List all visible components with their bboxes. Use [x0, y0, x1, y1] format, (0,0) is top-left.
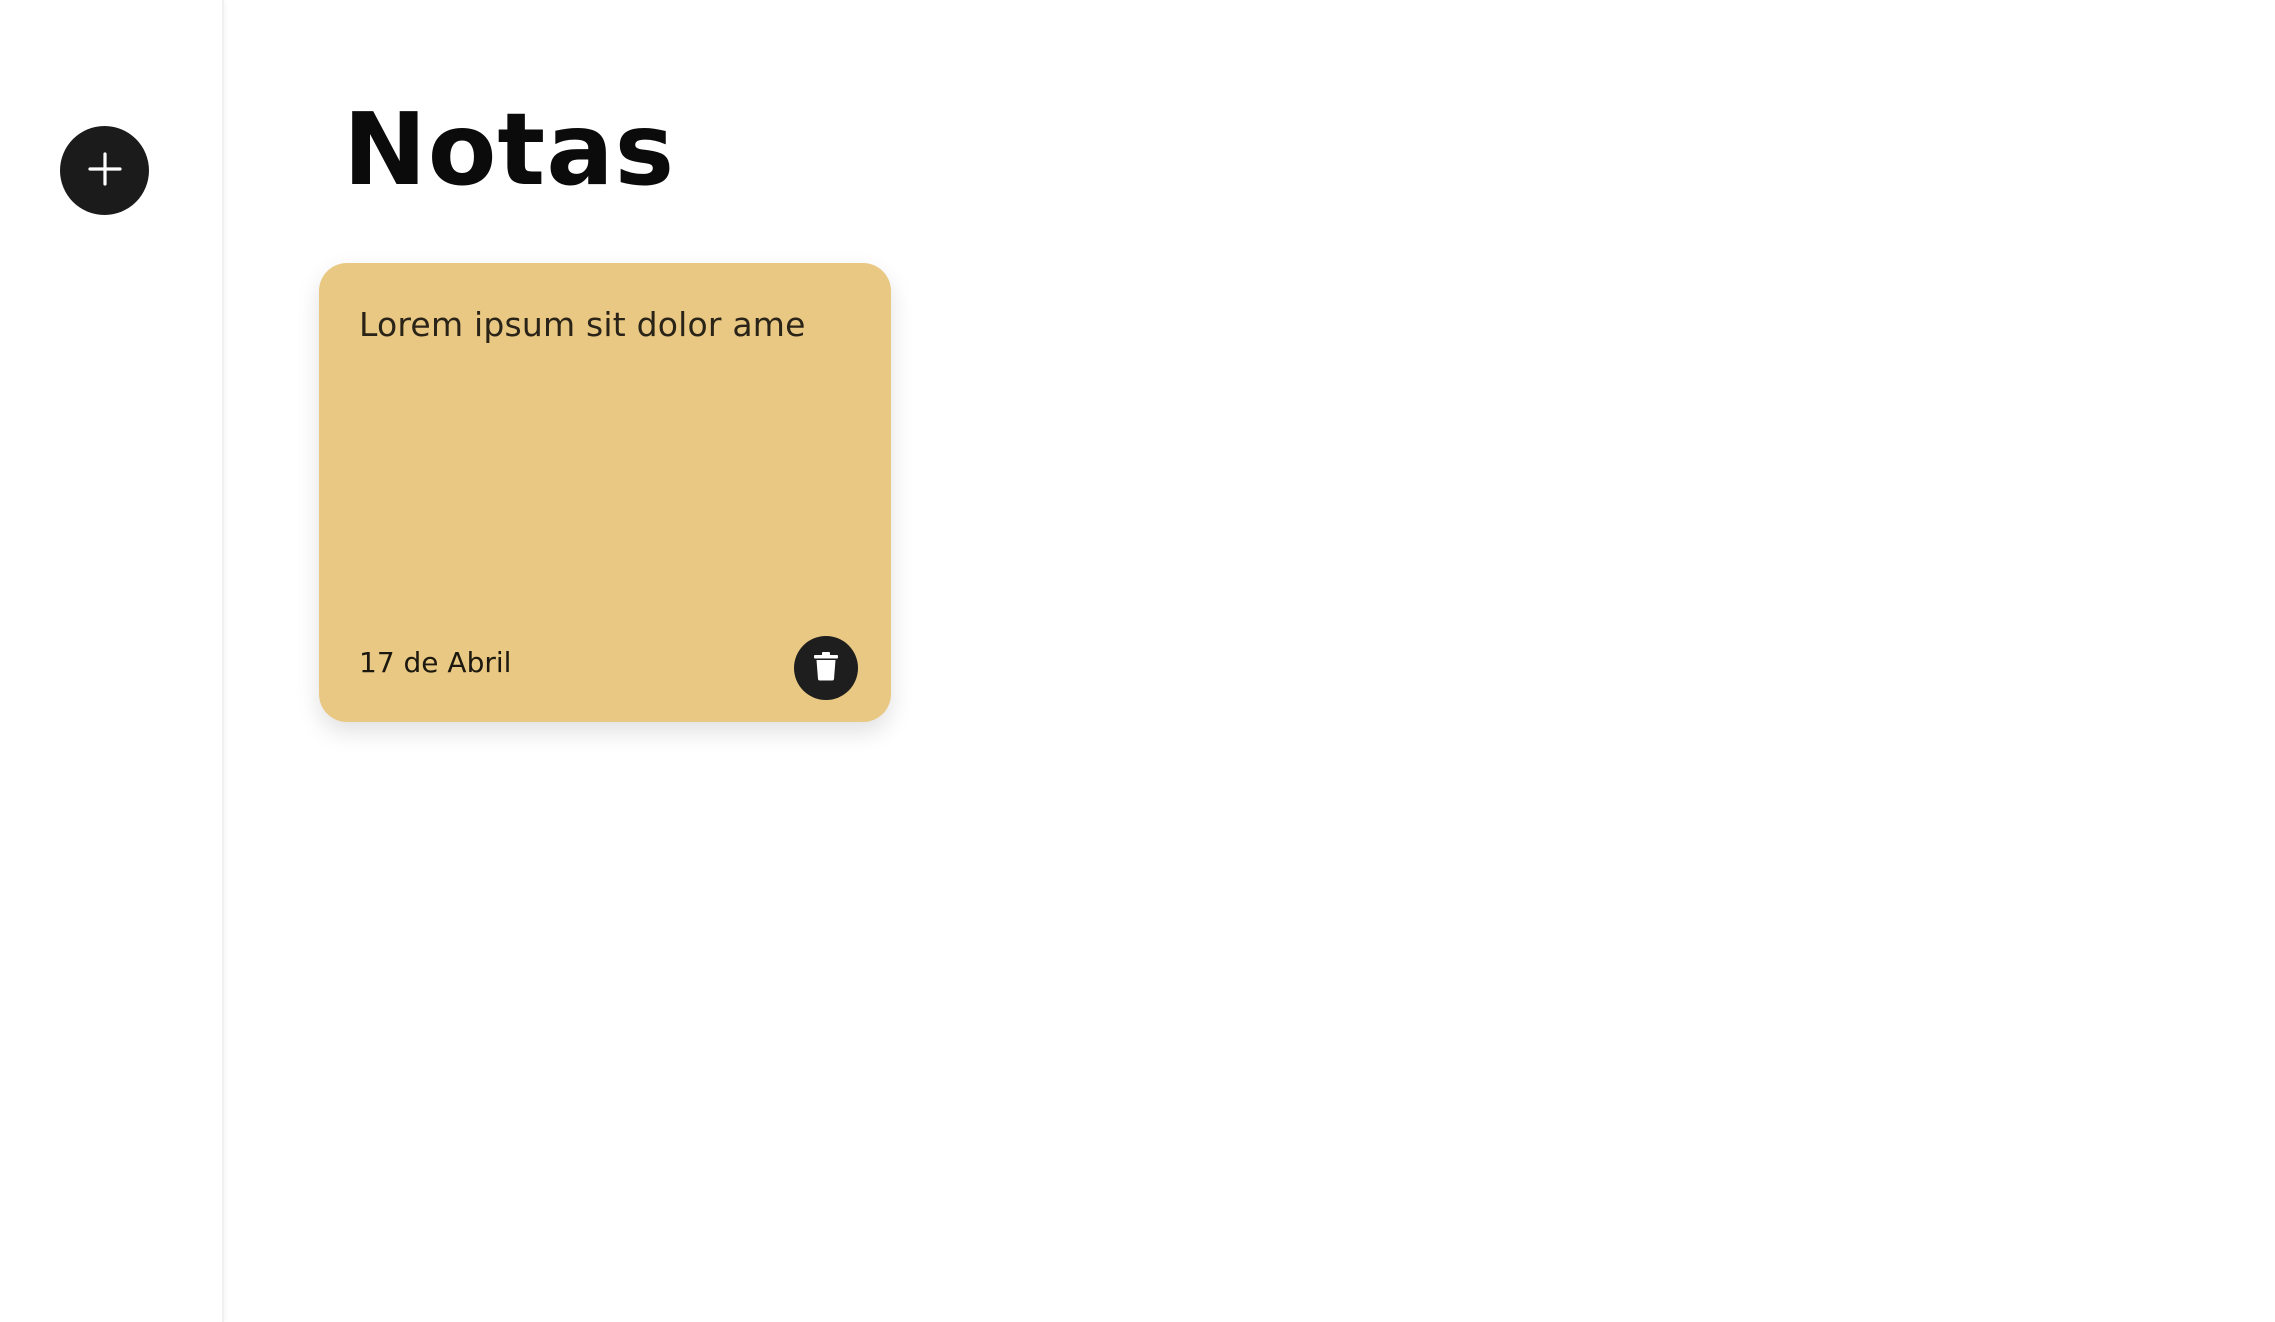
note-card[interactable]: Lorem ipsum sit dolor ame 17 de Abril [319, 263, 891, 722]
sidebar [0, 0, 224, 1322]
app-root: Notas Lorem ipsum sit dolor ame 17 de Ab… [0, 0, 2275, 1322]
trash-icon [813, 651, 839, 685]
main-content: Notas Lorem ipsum sit dolor ame 17 de Ab… [224, 0, 2275, 1322]
page-title: Notas [343, 91, 676, 208]
delete-note-button[interactable] [794, 636, 858, 700]
add-note-button[interactable] [60, 126, 149, 215]
plus-icon [87, 151, 123, 191]
note-text[interactable]: Lorem ipsum sit dolor ame [359, 305, 806, 344]
note-date: 17 de Abril [359, 646, 512, 679]
